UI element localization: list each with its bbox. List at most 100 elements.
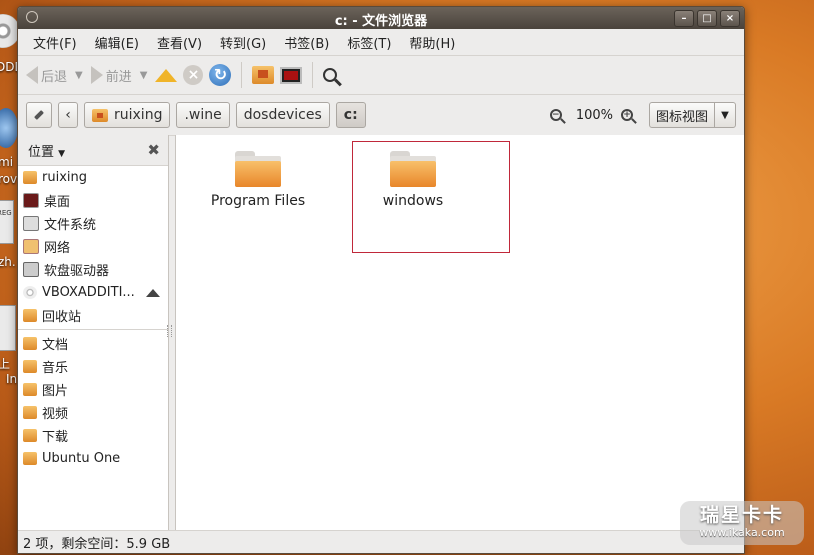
sidebar-resize-handle[interactable] xyxy=(167,325,172,337)
back-label: 后退 xyxy=(41,69,68,85)
breadcrumb-wine[interactable]: .wine xyxy=(176,102,230,128)
sidebar-item-desktop[interactable]: 桌面 xyxy=(18,189,168,212)
menu-bookmarks[interactable]: 书签(B) xyxy=(275,33,338,52)
sidebar-item-label: 文档 xyxy=(42,338,69,353)
sidebar-item-label: 视频 xyxy=(42,407,69,422)
computer-icon[interactable] xyxy=(280,66,303,84)
home-folder-icon xyxy=(23,171,37,184)
breadcrumb-dosdevices[interactable]: dosdevices xyxy=(235,102,330,128)
up-icon[interactable] xyxy=(155,68,178,82)
sidebar-item-filesystem[interactable]: 文件系统 xyxy=(18,212,168,235)
forward-arrow-icon xyxy=(90,66,103,84)
title-bar[interactable]: c: - 文件浏览器 – □ × xyxy=(18,7,744,29)
sidebar-item-label: 桌面 xyxy=(44,195,71,210)
sidebar-mode-select[interactable]: 位置 ▼ xyxy=(28,141,65,160)
file-view[interactable]: Program Files windows xyxy=(175,135,744,531)
sidebar-item-label: 网络 xyxy=(44,241,71,256)
sidebar-item-label: 回收站 xyxy=(42,310,82,325)
search-icon[interactable] xyxy=(323,68,338,82)
sidebar-item-music[interactable]: 音乐 xyxy=(18,355,168,378)
minimize-button[interactable]: – xyxy=(674,10,694,27)
back-button[interactable]: 后退 xyxy=(26,66,67,85)
back-history-chevron-down-icon[interactable]: ▼ xyxy=(75,70,83,81)
sidebar-item-label: Ubuntu One xyxy=(42,451,121,466)
breadcrumb-c[interactable]: c: xyxy=(335,102,366,128)
forward-button[interactable]: 前进 xyxy=(90,66,132,85)
zoom-level: 100% xyxy=(575,107,613,123)
sidebar-item-label: 音乐 xyxy=(42,361,69,376)
trash-icon xyxy=(23,309,37,322)
sidebar-item-label: VBOXADDITI... xyxy=(42,285,135,300)
cdrom-icon xyxy=(23,286,37,299)
file-item-program-files[interactable]: Program Files xyxy=(183,151,333,209)
breadcrumb-ruixing[interactable]: ruixing xyxy=(84,102,171,128)
desktop-icon-label: mi xyxy=(0,155,14,169)
folder-icon xyxy=(23,429,37,442)
sidebar-item-network[interactable]: 网络 xyxy=(18,235,168,258)
close-button[interactable]: × xyxy=(720,10,740,27)
desktop-icon-label: In xyxy=(6,372,18,386)
toolbar-separator xyxy=(312,62,314,88)
desktop-icon-label: rov xyxy=(0,172,18,186)
home-icon[interactable] xyxy=(252,66,275,84)
desktop-app-icon[interactable] xyxy=(0,108,18,148)
folder-icon xyxy=(23,383,37,396)
breadcrumb-scroll-left-button[interactable]: ‹ xyxy=(58,102,78,128)
sidebar-header: 位置 ▼ ✖ xyxy=(18,135,168,166)
desktop-icon-label: 上 xyxy=(0,357,11,371)
sidebar-item-label: 下载 xyxy=(42,430,69,445)
sidebar-item-label: 软盘驱动器 xyxy=(44,264,110,279)
forward-history-chevron-down-icon[interactable]: ▼ xyxy=(140,70,148,81)
sidebar-item-trash[interactable]: 回收站 xyxy=(18,304,168,327)
forward-label: 前进 xyxy=(105,69,132,85)
status-bar: 2 项，剩余空间：5.9 GB xyxy=(18,530,744,553)
folder-icon xyxy=(235,151,281,187)
menu-bar: 文件(F) 编辑(E) 查看(V) 转到(G) 书签(B) 标签(T) 帮助(H… xyxy=(18,29,744,56)
toggle-location-entry-button[interactable] xyxy=(26,102,52,128)
home-folder-icon xyxy=(92,108,108,122)
folder-icon xyxy=(23,360,37,373)
desktop-document-icon[interactable]: REG xyxy=(0,200,14,244)
menu-help[interactable]: 帮助(H) xyxy=(400,33,464,52)
zoom-out-icon[interactable]: − xyxy=(549,109,562,121)
close-icon[interactable]: ✖ xyxy=(147,141,160,159)
menu-tabs[interactable]: 标签(T) xyxy=(338,33,400,52)
sidebar-separator xyxy=(18,329,168,330)
sidebar-item-ubuntu-one[interactable]: Ubuntu One xyxy=(18,447,168,470)
maximize-button[interactable]: □ xyxy=(697,10,717,27)
stop-icon[interactable]: × xyxy=(183,65,204,85)
sidebar-item-pictures[interactable]: 图片 xyxy=(18,378,168,401)
desktop-icon xyxy=(23,193,39,208)
reload-icon[interactable]: ↻ xyxy=(209,64,232,86)
status-text: 2 项，剩余空间：5.9 GB xyxy=(23,536,171,552)
toolbar-separator xyxy=(241,62,243,88)
sidebar-item-floppy[interactable]: 软盘驱动器 xyxy=(18,258,168,281)
menu-edit[interactable]: 编辑(E) xyxy=(86,33,148,52)
watermark-logo: 瑞星卡卡 www.ikaka.com xyxy=(680,501,804,545)
sidebar-item-label: 图片 xyxy=(42,384,69,399)
view-mode-label: 图标视图 xyxy=(655,109,708,125)
eject-icon[interactable] xyxy=(146,288,160,297)
sidebar-item-downloads[interactable]: 下载 xyxy=(18,424,168,447)
sidebar-item-vboxadditions[interactable]: VBOXADDITI... xyxy=(18,281,168,304)
sidebar-item-label: 文件系统 xyxy=(44,218,97,233)
chevron-down-icon: ▼ xyxy=(714,103,735,127)
sidebar-item-ruixing[interactable]: ruixing xyxy=(18,166,168,189)
filesystem-icon xyxy=(23,216,39,231)
window-title: c: - 文件浏览器 xyxy=(334,14,428,29)
content-area: 位置 ▼ ✖ ruixing 桌面 文件系统 网络 软盘驱动器 VBOXADDI… xyxy=(18,135,744,531)
desktop-document-icon[interactable] xyxy=(0,305,16,351)
menu-go[interactable]: 转到(G) xyxy=(211,33,275,52)
desktop-icon-label: zh. xyxy=(0,255,16,269)
folder-icon xyxy=(23,452,37,465)
sidebar-item-label: ruixing xyxy=(42,170,87,185)
view-mode-select[interactable]: 图标视图 ▼ xyxy=(648,102,736,128)
zoom-in-icon[interactable]: + xyxy=(620,109,633,121)
breadcrumb-label: ruixing xyxy=(114,107,163,123)
menu-file[interactable]: 文件(F) xyxy=(24,33,86,52)
sidebar-item-documents[interactable]: 文档 xyxy=(18,332,168,355)
network-icon xyxy=(23,239,39,254)
location-bar: ‹ ruixing .wine dosdevices c: − 100% + 图… xyxy=(18,95,744,136)
sidebar-item-videos[interactable]: 视频 xyxy=(18,401,168,424)
menu-view[interactable]: 查看(V) xyxy=(148,33,211,52)
